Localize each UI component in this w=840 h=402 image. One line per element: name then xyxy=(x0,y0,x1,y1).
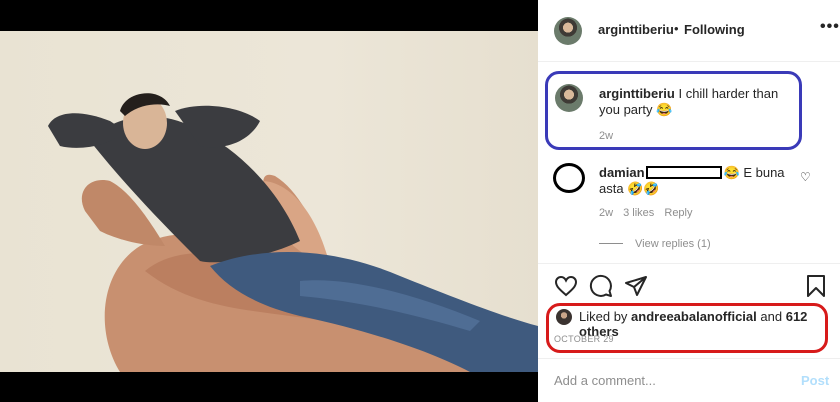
comment-like-heart-icon[interactable]: ♡ xyxy=(800,170,811,184)
view-replies-button[interactable]: View replies (1) xyxy=(635,238,711,250)
likes-prefix: Liked by xyxy=(579,309,628,324)
instagram-post-window: arginttiberiu • Following ••• arginttibe… xyxy=(0,0,840,402)
photo-illustration xyxy=(48,93,538,372)
likes-summary: Liked by andreeabalanofficial and 612 ot… xyxy=(579,309,840,339)
replies-divider-line xyxy=(599,243,623,244)
post-photo[interactable] xyxy=(0,31,538,372)
comment-icon[interactable] xyxy=(589,274,613,298)
caption-username[interactable]: arginttiberiu xyxy=(599,86,675,101)
comment-emoji-before: 😂 xyxy=(723,165,740,180)
comment-likes-count[interactable]: 3 likes xyxy=(623,207,654,219)
action-bar xyxy=(538,263,840,307)
share-icon[interactable] xyxy=(624,274,648,298)
likes-and: and xyxy=(760,309,783,324)
caption-text: arginttiberiu I chill harder than you pa… xyxy=(599,86,799,118)
comment-reply-button[interactable]: Reply xyxy=(664,207,692,219)
heart-icon[interactable] xyxy=(554,274,578,298)
redaction-box xyxy=(645,166,722,179)
author-avatar[interactable] xyxy=(554,17,582,45)
commenter-avatar-redacted[interactable] xyxy=(553,163,585,193)
separator-dot: • xyxy=(674,21,679,36)
caption-author-avatar[interactable] xyxy=(555,84,583,112)
caption-timestamp[interactable]: 2w xyxy=(599,130,613,142)
bookmark-icon[interactable] xyxy=(804,274,828,298)
comment-meta: 2w 3 likes Reply xyxy=(599,207,700,219)
post-comment-button[interactable]: Post xyxy=(801,373,829,388)
liker-username[interactable]: andreeabalanofficial xyxy=(631,309,757,324)
liker-avatar[interactable] xyxy=(556,309,572,325)
add-comment-input[interactable]: Add a comment... xyxy=(554,373,656,388)
comment-timestamp[interactable]: 2w xyxy=(599,207,613,219)
comment-emojis-after: 🤣🤣 xyxy=(627,181,660,196)
author-username[interactable]: arginttiberiu xyxy=(598,22,674,37)
following-button[interactable]: Following xyxy=(684,22,745,37)
add-comment-row: Add a comment... Post xyxy=(538,358,840,402)
photo-area xyxy=(0,0,538,402)
post-header: arginttiberiu • Following ••• xyxy=(538,0,840,62)
post-sidebar: arginttiberiu • Following ••• arginttibe… xyxy=(538,0,840,402)
post-date[interactable]: OCTOBER 29 xyxy=(554,334,614,344)
comment-username[interactable]: damian xyxy=(599,165,645,180)
more-horizontal-icon[interactable]: ••• xyxy=(820,18,840,36)
caption-emoji: 😂 xyxy=(656,102,673,117)
comment-text: damian 😂 E buna asta 🤣🤣 xyxy=(599,165,799,197)
